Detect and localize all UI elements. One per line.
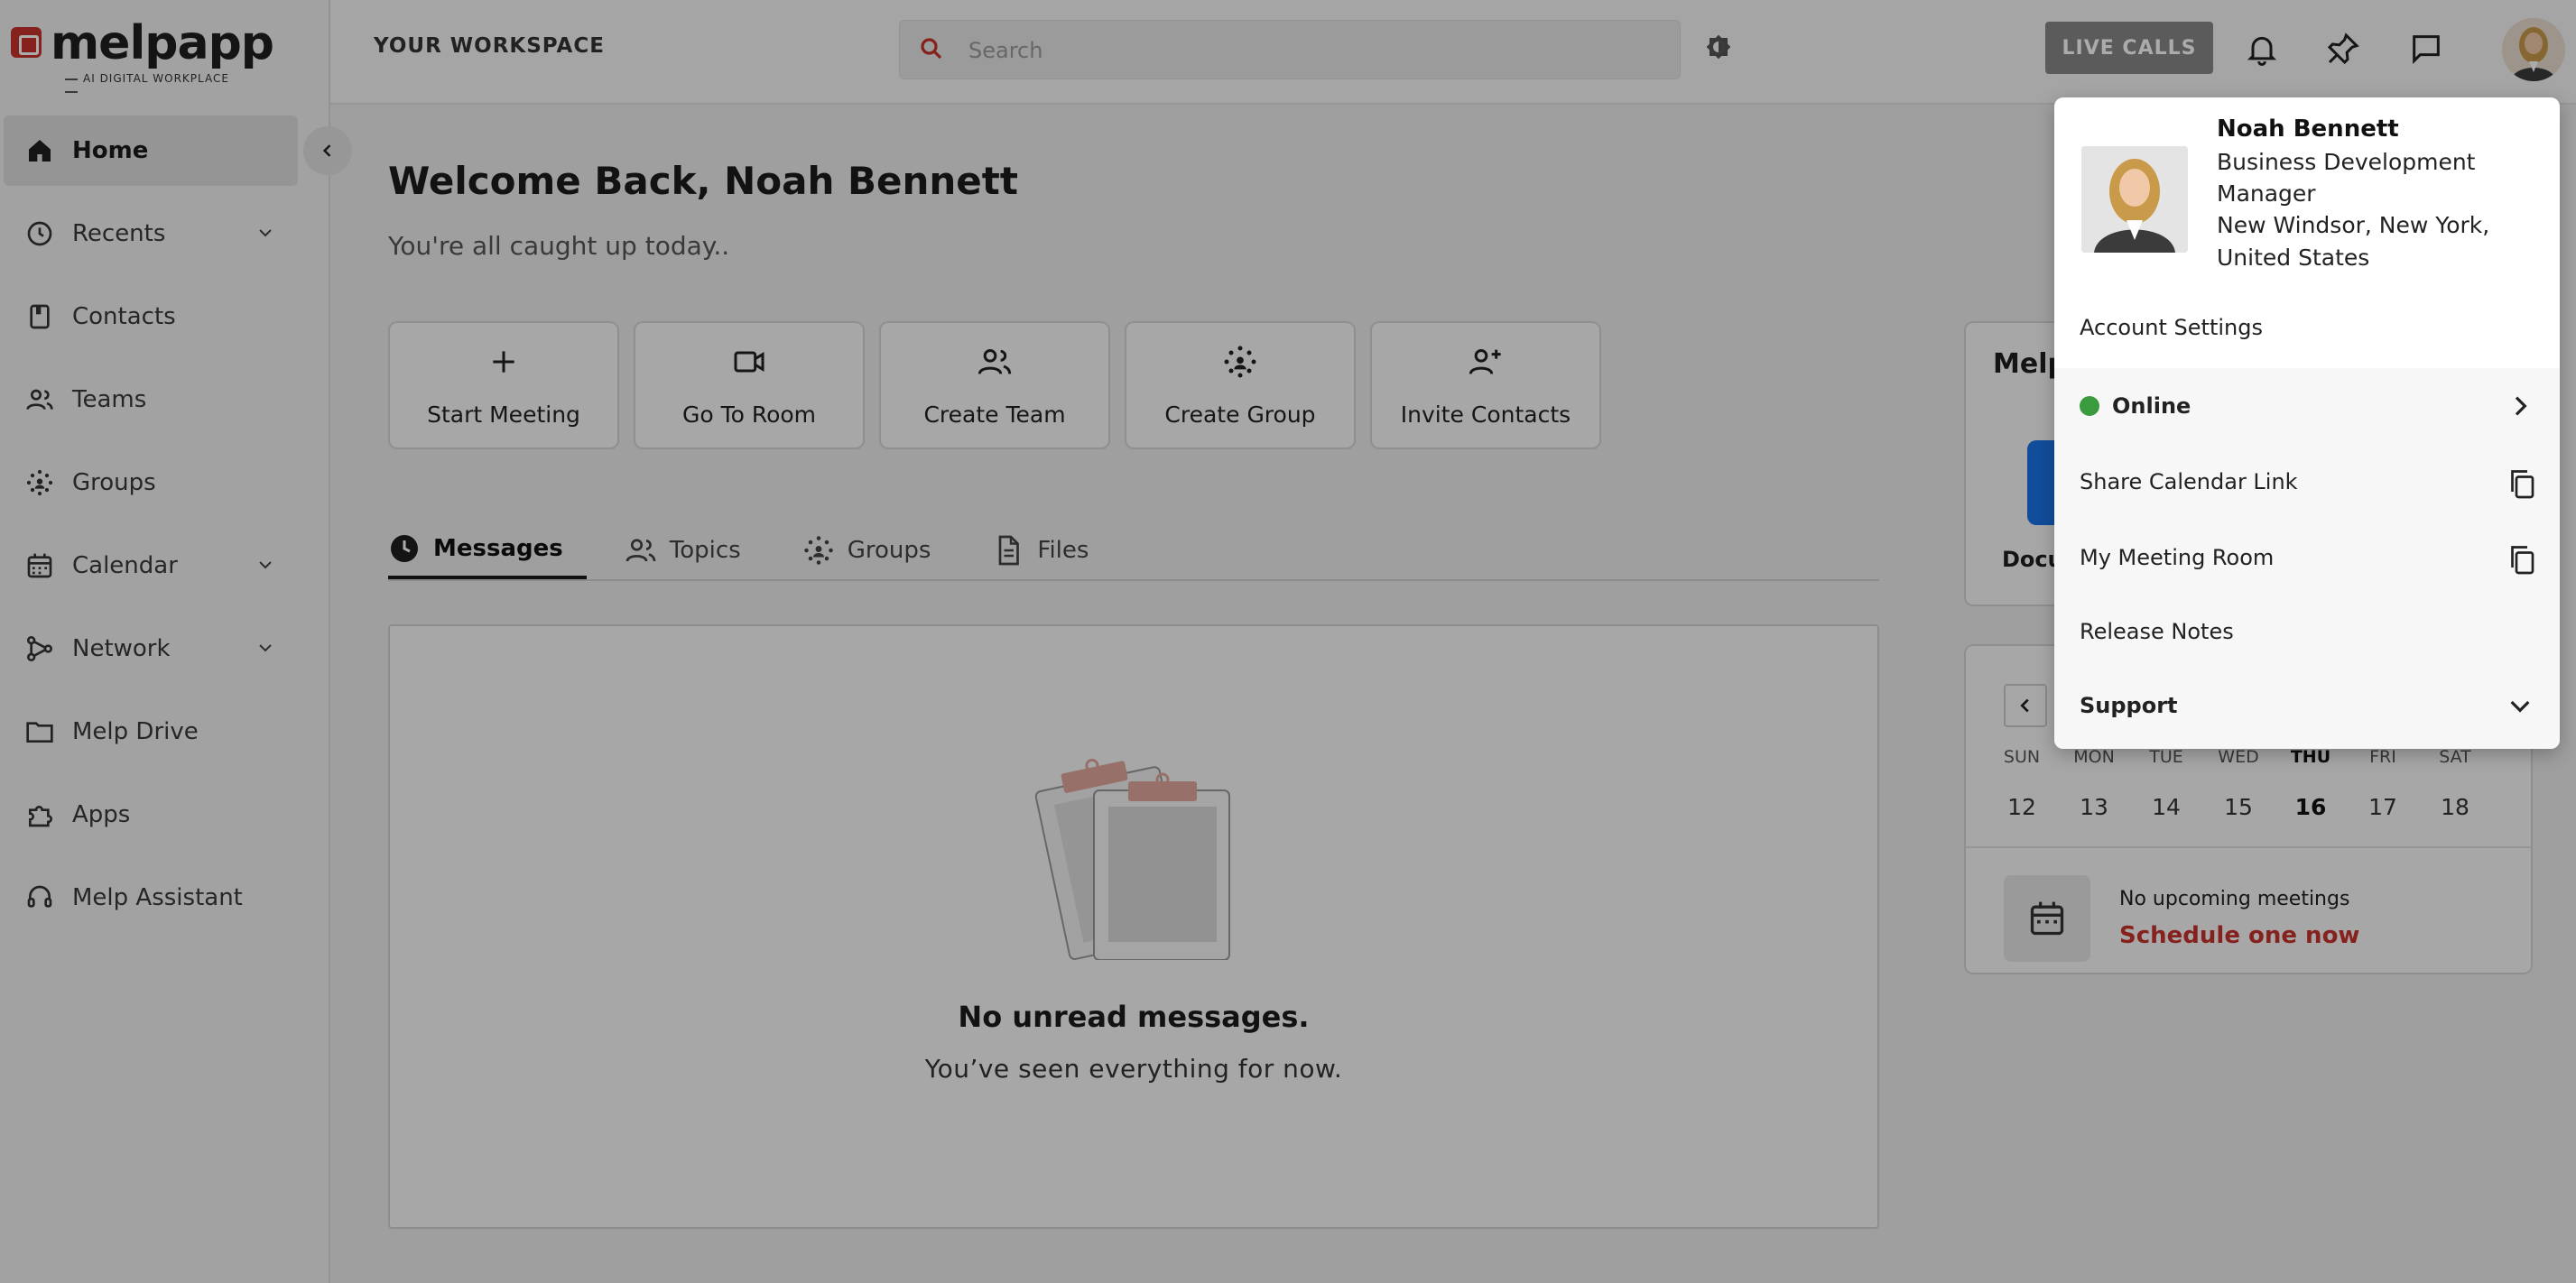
profile-location: New Windsor, New York, United States bbox=[2217, 212, 2490, 271]
menu-item-label: Online bbox=[2112, 393, 2191, 419]
my-meeting-room-item[interactable]: My Meeting Room bbox=[2054, 520, 2560, 595]
share-calendar-link-item[interactable]: Share Calendar Link bbox=[2054, 444, 2560, 520]
chevron-right-icon bbox=[2506, 392, 2536, 422]
copy-icon[interactable] bbox=[2506, 543, 2536, 575]
menu-item-label: Account Settings bbox=[2080, 315, 2263, 340]
release-notes-item[interactable]: Release Notes bbox=[2054, 594, 2560, 669]
online-status-dot-icon bbox=[2080, 396, 2099, 416]
support-item[interactable]: Support bbox=[2054, 668, 2560, 743]
profile-role: Business Development Manager bbox=[2217, 149, 2476, 207]
copy-icon[interactable] bbox=[2506, 467, 2536, 499]
chevron-down-icon bbox=[2506, 691, 2536, 722]
menu-item-label: Release Notes bbox=[2080, 619, 2234, 644]
app-root: melpapp AI DIGITAL WORKPLACE Home Recent… bbox=[0, 0, 2576, 1283]
account-settings-item[interactable]: Account Settings bbox=[2054, 287, 2560, 368]
profile-avatar bbox=[2081, 146, 2188, 253]
status-item[interactable]: Online bbox=[2054, 368, 2560, 444]
profile-name: Noah Bennett bbox=[2217, 115, 2399, 143]
profile-menu: Noah Bennett Business Development Manage… bbox=[2054, 97, 2560, 749]
menu-item-label: My Meeting Room bbox=[2080, 545, 2275, 570]
menu-item-label: Support bbox=[2080, 693, 2178, 718]
menu-item-label: Share Calendar Link bbox=[2080, 469, 2298, 494]
